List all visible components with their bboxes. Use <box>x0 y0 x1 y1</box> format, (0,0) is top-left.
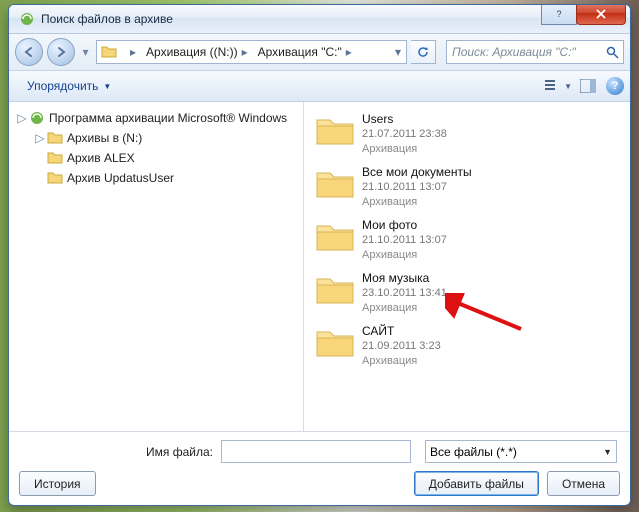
svg-text:?: ? <box>556 9 561 19</box>
address-bar[interactable]: ▸ Архивация ((N:))▸ Архивация "C:"▸ ▾ <box>96 40 407 64</box>
window-controls: ? <box>541 4 626 25</box>
folder-icon <box>47 150 63 166</box>
tree-item[interactable]: Архив UpdatusUser <box>9 168 303 188</box>
close-button[interactable] <box>576 4 626 25</box>
tree-item[interactable]: ▷ Архивы в (N:) <box>9 128 303 148</box>
folder-icon <box>314 324 356 360</box>
window-title: Поиск файлов в архиве <box>41 12 626 26</box>
back-button[interactable] <box>15 38 43 66</box>
history-dropdown[interactable]: ▾ <box>79 42 92 62</box>
folder-icon <box>47 130 63 146</box>
tree-item[interactable]: Архив ALEX <box>9 148 303 168</box>
list-item[interactable]: Все мои документы21.10.2011 13:07Архивац… <box>314 161 620 214</box>
file-name: Все мои документы <box>362 165 472 180</box>
file-date: 23.10.2011 13:41 <box>362 286 447 301</box>
body: ▷ Программа архивации Microsoft® Windows… <box>9 102 630 432</box>
cancel-button[interactable]: Отмена <box>547 471 620 496</box>
filename-label: Имя файла: <box>19 445 221 459</box>
file-date: 21.09.2011 3:23 <box>362 339 441 354</box>
filetype-combo[interactable]: Все файлы (*.*) ▼ <box>425 440 617 463</box>
folder-icon <box>314 165 356 201</box>
nav-row: ▾ ▸ Архивация ((N:))▸ Архивация "C:"▸ ▾ … <box>9 34 630 71</box>
button-label: История <box>34 477 81 491</box>
toolbar: Упорядочить ▼ ▼ ? <box>9 71 630 102</box>
chevron-down-icon: ▼ <box>564 82 572 91</box>
file-name: САЙТ <box>362 324 441 339</box>
list-item[interactable]: Мои фото21.10.2011 13:07Архивация <box>314 214 620 267</box>
tree-label: Архив UpdatusUser <box>67 171 174 185</box>
breadcrumb-label: Архивация ((N:)) <box>146 45 238 59</box>
file-name: Мои фото <box>362 218 447 233</box>
add-files-button[interactable]: Добавить файлы <box>414 471 539 496</box>
list-item[interactable]: Моя музыка23.10.2011 13:41Архивация <box>314 267 620 320</box>
button-row: История Добавить файлы Отмена <box>19 471 620 496</box>
file-list[interactable]: Users21.07.2011 23:38АрхивацияВсе мои до… <box>304 102 630 431</box>
footer: Имя файла: Все файлы (*.*) ▼ История Доб… <box>9 432 630 505</box>
chevron-down-icon: ▼ <box>603 447 612 457</box>
forward-button[interactable] <box>47 38 75 66</box>
folder-tree[interactable]: ▷ Программа архивации Microsoft® Windows… <box>9 102 304 431</box>
search-placeholder: Поиск: Архивация "C:" <box>447 45 601 59</box>
history-button[interactable]: История <box>19 471 96 496</box>
tree-label: Архив ALEX <box>67 151 135 165</box>
tree-label: Архивы в (N:) <box>67 131 142 145</box>
file-name: Users <box>362 112 447 127</box>
list-item[interactable]: Users21.07.2011 23:38Архивация <box>314 108 620 161</box>
filename-input[interactable] <box>221 440 411 463</box>
file-type: Архивация <box>362 301 447 316</box>
titlebar: Поиск файлов в архиве ? <box>9 5 630 34</box>
chevron-down-icon: ▼ <box>103 82 111 91</box>
folder-icon <box>314 218 356 254</box>
breadcrumb-root[interactable]: ▸ <box>121 41 141 63</box>
filetype-value: Все файлы (*.*) <box>430 445 517 459</box>
file-name: Моя музыка <box>362 271 447 286</box>
folder-icon <box>47 170 63 186</box>
breadcrumb-1[interactable]: Архивация ((N:))▸ <box>141 41 253 63</box>
refresh-button[interactable] <box>411 40 436 64</box>
search-box[interactable]: Поиск: Архивация "C:" <box>446 40 624 64</box>
file-type: Архивация <box>362 248 447 263</box>
address-dropdown[interactable]: ▾ <box>390 41 406 63</box>
expander-icon[interactable]: ▷ <box>33 131 47 145</box>
app-icon <box>19 11 35 27</box>
organize-label: Упорядочить <box>27 79 98 93</box>
dialog-window: Поиск файлов в архиве ? ▾ ▸ Архивация ((… <box>8 4 631 506</box>
file-date: 21.10.2011 13:07 <box>362 180 472 195</box>
breadcrumb-label: Архивация "C:" <box>258 45 342 59</box>
breadcrumb-2[interactable]: Архивация "C:"▸ <box>253 41 357 63</box>
tree-root[interactable]: ▷ Программа архивации Microsoft® Windows <box>9 108 303 128</box>
folder-icon <box>101 44 117 60</box>
button-label: Добавить файлы <box>429 477 524 491</box>
file-date: 21.10.2011 13:07 <box>362 233 447 248</box>
search-icon <box>601 46 623 59</box>
folder-icon <box>314 271 356 307</box>
organize-menu[interactable]: Упорядочить ▼ <box>19 75 119 97</box>
file-type: Архивация <box>362 195 472 210</box>
help-icon[interactable]: ? <box>606 77 624 95</box>
view-options[interactable]: ▼ <box>541 77 576 95</box>
help-button[interactable]: ? <box>541 4 577 25</box>
file-type: Архивация <box>362 142 447 157</box>
list-item[interactable]: САЙТ21.09.2011 3:23Архивация <box>314 320 620 373</box>
button-label: Отмена <box>562 477 605 491</box>
tree-label: Программа архивации Microsoft® Windows <box>49 111 287 125</box>
file-type: Архивация <box>362 354 441 369</box>
preview-pane-button[interactable] <box>576 77 600 95</box>
backup-program-icon <box>29 110 45 126</box>
filename-row: Имя файла: Все файлы (*.*) ▼ <box>19 440 620 463</box>
expander-icon[interactable]: ▷ <box>15 111 29 125</box>
folder-icon <box>314 112 356 148</box>
file-date: 21.07.2011 23:38 <box>362 127 447 142</box>
